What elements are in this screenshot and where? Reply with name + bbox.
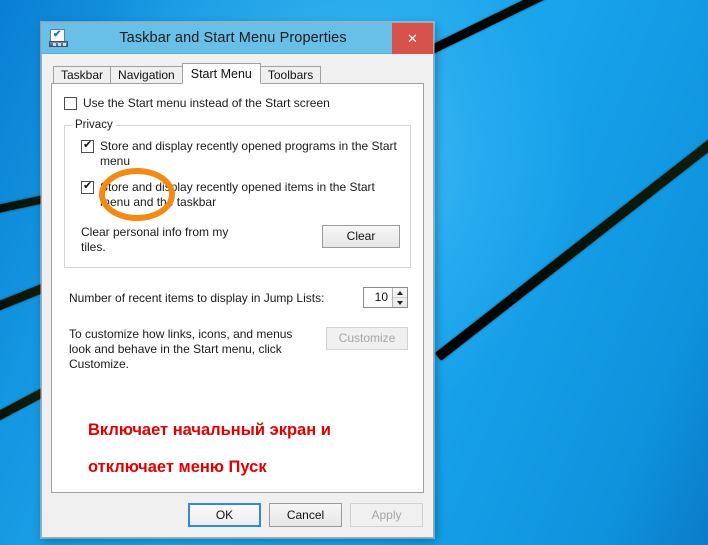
- privacy-groupbox: Privacy Store and display recently opene…: [64, 119, 411, 268]
- store-programs-checkbox[interactable]: [81, 139, 94, 153]
- jump-lists-row: Number of recent items to display in Jum…: [64, 287, 411, 308]
- dialog-footer: OK Cancel Apply: [42, 493, 433, 537]
- annotation-line-1: Включает начальный экран и: [88, 421, 331, 439]
- store-items-row[interactable]: Store and display recently opened items …: [75, 180, 400, 210]
- clear-button[interactable]: Clear: [322, 225, 400, 248]
- tab-navigation[interactable]: Navigation: [110, 66, 183, 84]
- desktop-background: ✔ Taskbar and Start Menu Properties ✕ Ta…: [0, 0, 708, 545]
- annotation-text: Включает начальный экран и отключает мен…: [64, 412, 411, 486]
- jump-lists-stepper[interactable]: 10: [363, 287, 408, 308]
- use-start-menu-checkbox[interactable]: [64, 97, 77, 110]
- tabstrip: Taskbar Navigation Start Menu Toolbars: [51, 63, 424, 84]
- spinner-down-arrow-icon[interactable]: [393, 298, 407, 307]
- spinner-up-arrow-icon[interactable]: [393, 288, 407, 298]
- use-start-menu-row[interactable]: Use the Start menu instead of the Start …: [64, 96, 411, 111]
- stepper-buttons: [392, 288, 407, 307]
- use-start-menu-label: Use the Start menu instead of the Start …: [83, 96, 330, 110]
- customize-button[interactable]: Customize: [326, 327, 408, 350]
- wallpaper-stripe: [434, 88, 708, 361]
- tab-taskbar[interactable]: Taskbar: [53, 66, 112, 84]
- jump-lists-value[interactable]: 10: [364, 288, 392, 307]
- clear-personal-info-row: Clear personal info from my tiles. Clear: [75, 225, 400, 255]
- taskbar-properties-dialog: ✔ Taskbar and Start Menu Properties ✕ Ta…: [41, 22, 434, 538]
- store-programs-row[interactable]: Store and display recently opened progra…: [75, 139, 400, 169]
- ok-button[interactable]: OK: [188, 503, 261, 527]
- customize-row: To customize how links, icons, and menus…: [64, 327, 411, 372]
- store-items-label: Store and display recently opened items …: [100, 180, 375, 209]
- store-items-checkbox[interactable]: [81, 180, 94, 194]
- close-icon[interactable]: ✕: [392, 23, 433, 54]
- tab-start-menu[interactable]: Start Menu: [181, 63, 261, 84]
- privacy-legend: Privacy: [72, 119, 116, 131]
- clear-personal-info-label: Clear personal info from my tiles.: [81, 225, 229, 254]
- dialog-title: Taskbar and Start Menu Properties: [119, 30, 347, 46]
- store-programs-label: Store and display recently opened progra…: [100, 139, 397, 168]
- customize-description: To customize how links, icons, and menus…: [69, 327, 293, 371]
- apply-button[interactable]: Apply: [350, 503, 423, 527]
- cancel-button[interactable]: Cancel: [269, 503, 342, 527]
- annotation-line-2: отключает меню Пуск: [88, 458, 267, 476]
- taskbar-properties-icon: ✔: [49, 29, 69, 47]
- wallpaper-stripe: [428, 0, 708, 55]
- jump-lists-label: Number of recent items to display in Jum…: [69, 290, 325, 305]
- tab-toolbars[interactable]: Toolbars: [259, 66, 322, 84]
- start-menu-tab-page: Use the Start menu instead of the Start …: [51, 83, 424, 493]
- dialog-titlebar[interactable]: ✔ Taskbar and Start Menu Properties ✕: [42, 23, 433, 54]
- dialog-body: Taskbar Navigation Start Menu Toolbars U…: [42, 54, 433, 493]
